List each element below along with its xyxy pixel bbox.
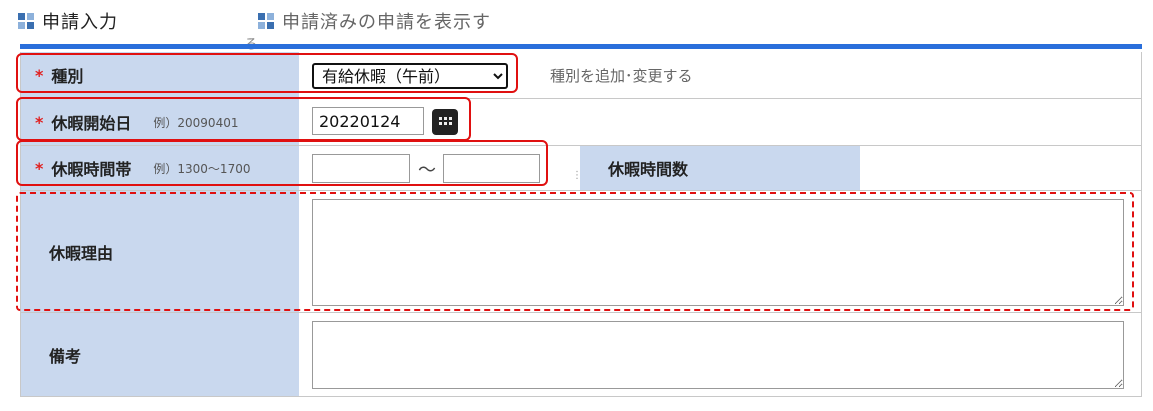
accent-bar <box>20 44 1142 49</box>
notes-label: 備考 <box>49 346 82 366</box>
hours-label: 休暇時間数 <box>580 146 860 190</box>
tab-submitted-applications[interactable]: 申請済みの申請を表示す <box>258 8 491 34</box>
notes-textarea[interactable] <box>312 321 1124 389</box>
highlight-time-range <box>16 140 548 186</box>
tab-application-input[interactable]: 申請入力 <box>18 8 118 34</box>
tab-application-input-label: 申請入力 <box>42 12 118 33</box>
grid-icon <box>258 13 274 29</box>
add-change-type-link[interactable]: 種別を追加･変更する <box>550 65 693 86</box>
highlight-start-date <box>16 97 471 141</box>
tab-submitted-applications-label: 申請済みの申請を表示す <box>282 12 491 33</box>
highlight-reason <box>16 192 1134 311</box>
grid-icon <box>18 13 34 29</box>
label-cell-notes: 備考 <box>21 313 299 396</box>
highlight-type <box>16 53 518 93</box>
